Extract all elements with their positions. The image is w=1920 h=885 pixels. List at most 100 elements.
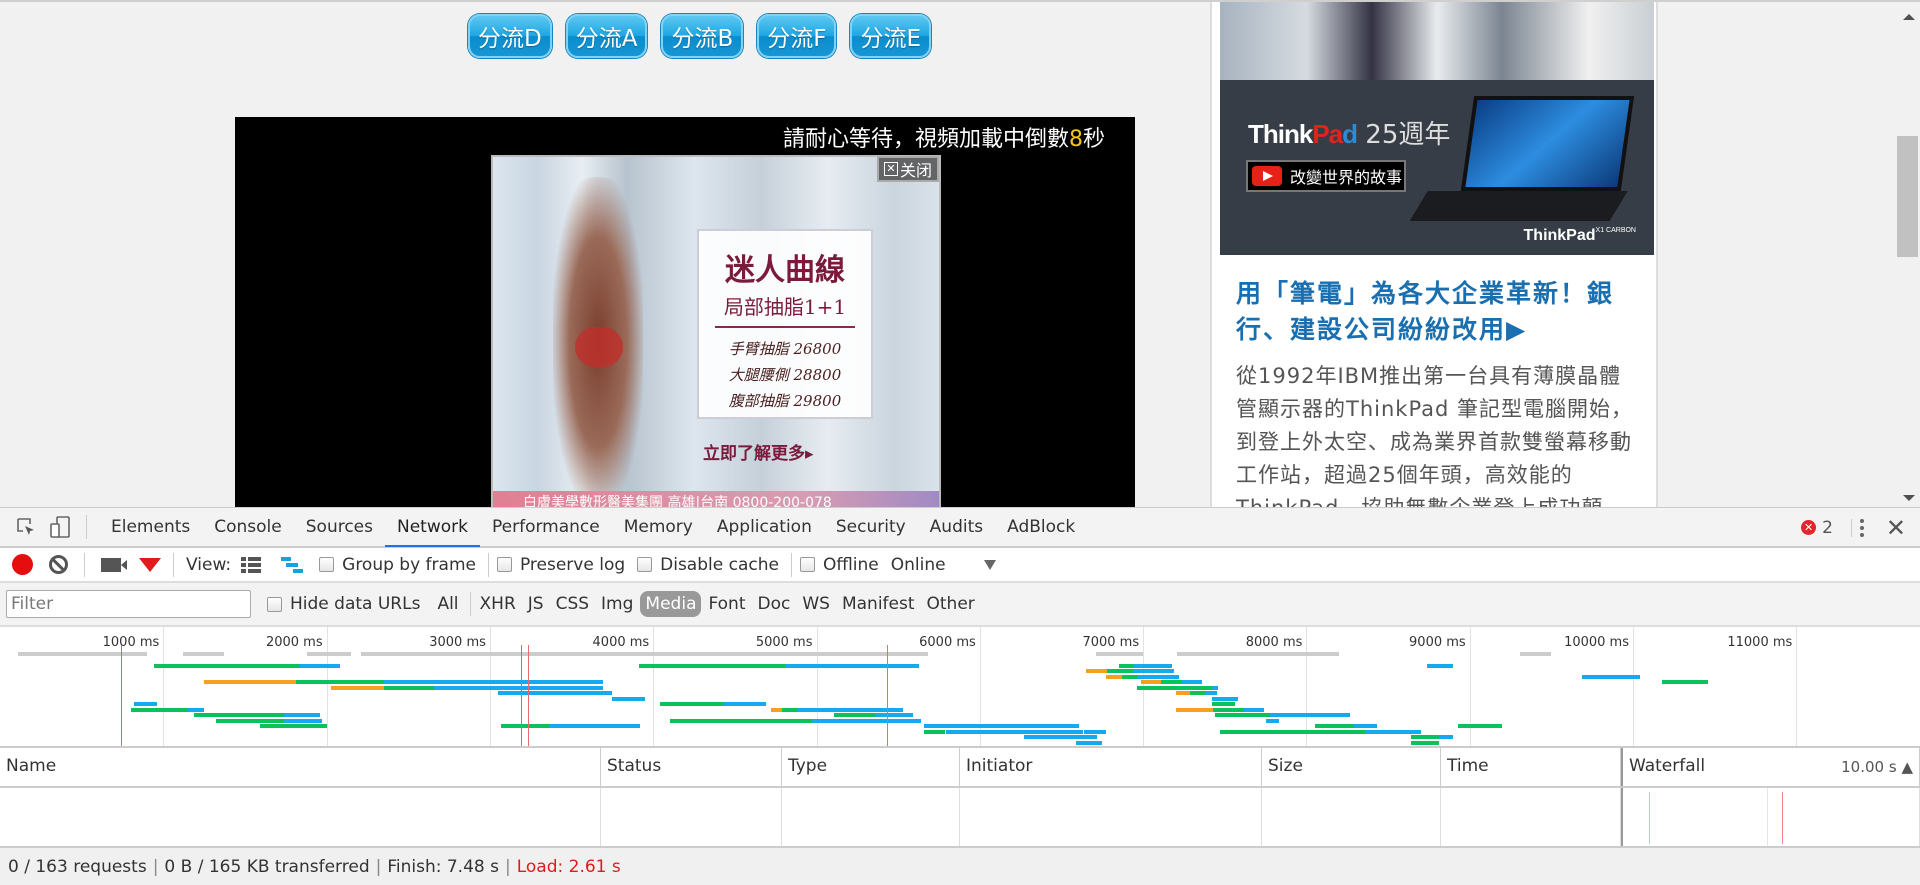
group-by-frame-checkbox[interactable]: Group by frame [319,555,476,575]
article-title-link[interactable]: 用「筆電」為各大企業革新！銀行、建設公司紛紛改用▶ [1236,276,1636,348]
page-scrollbar[interactable] [1896,2,1920,507]
ad-price: 腹部抽脂 29800 [728,392,842,410]
load-marker [886,645,888,746]
overview-gridline [1306,627,1308,746]
video-ad[interactable]: 迷人曲線 局部抽脂1+1 手臂抽脂 26800 大腿腰側 28800 腹部抽脂 … [491,155,941,507]
overview-gridline [1633,627,1634,746]
stream-button-d[interactable]: 分流D [468,14,552,58]
filter-type-ws[interactable]: WS [797,591,835,617]
disable-cache-checkbox[interactable]: Disable cache [637,555,779,575]
filter-type-media[interactable]: Media [640,591,702,617]
column-header-time[interactable]: Time [1441,748,1621,786]
network-overview-timeline[interactable]: 1000 ms 2000 ms 3000 ms 4000 ms 5000 ms 6000 … [0,627,1920,748]
tab-security[interactable]: Security [824,508,918,547]
filter-type-doc[interactable]: Doc [753,591,796,617]
filter-input[interactable] [6,590,251,618]
filter-type-font[interactable]: Font [703,591,750,617]
scrollbar-thumb[interactable] [1897,136,1918,257]
stream-button-a[interactable]: 分流A [565,14,648,58]
filter-type-manifest[interactable]: Manifest [837,591,920,617]
large-rows-icon[interactable] [241,556,262,573]
column-header-initiator[interactable]: Initiator [960,748,1262,786]
column-header-name[interactable]: Name [0,748,601,786]
tab-adblock[interactable]: AdBlock [995,508,1087,547]
thinkpad-banner[interactable]: ThinkPad 25週年 改變世界的故事 ThinkPadX1 CARBON [1220,2,1654,255]
overview-request-bar-download [1133,663,1173,668]
tab-sources[interactable]: Sources [294,508,385,547]
overview-request-bar-waiting [1118,663,1134,668]
tab-network[interactable]: Network [385,508,480,547]
overview-tick-label: 1000 ms [102,635,160,650]
tab-elements[interactable]: Elements [99,508,202,547]
filter-type-other[interactable]: Other [922,591,980,617]
laptop-image [1409,96,1644,226]
device-toolbar-icon[interactable] [46,513,74,541]
ad-cta-link[interactable]: 立即了解更多▸ [703,439,814,464]
scroll-down-arrow-icon[interactable] [1903,495,1915,501]
stream-button-e[interactable]: 分流E [850,14,932,58]
overview-request-bar-download [1133,669,1175,673]
stream-button-f[interactable]: 分流F [757,14,837,58]
overview-request-bar-waiting [1410,740,1439,745]
filter-type-css[interactable]: CSS [551,591,594,617]
group-by-frame-label: Group by frame [342,554,476,575]
overview-request-bar-download [1084,729,1106,734]
column-header-type[interactable]: Type [782,748,960,786]
filter-type-all[interactable]: All [432,591,463,617]
filter-type-js[interactable]: JS [523,591,549,617]
filter-type-xhr[interactable]: XHR [475,591,521,617]
stream-button-b[interactable]: 分流B [661,14,744,58]
record-icon[interactable] [12,554,33,575]
tab-memory[interactable]: Memory [612,508,705,547]
overview-request-bar-download [875,713,913,717]
overview-request-bar-download [383,680,603,684]
throttling-select[interactable]: Online [891,555,996,575]
column-header-waterfall[interactable]: Waterfall 10.00 s ▲ [1621,748,1920,786]
hide-data-urls-checkbox[interactable]: Hide data URLs [267,594,420,614]
overview-gridline [1469,627,1471,746]
more-options-icon[interactable] [1850,518,1872,537]
preserve-log-label: Preserve log [519,554,626,575]
overview-icon[interactable] [281,556,304,573]
overview-request-bar-download [1136,674,1180,679]
capture-screenshots-icon[interactable] [101,557,127,572]
scroll-up-arrow-icon[interactable] [1903,14,1915,20]
overview-gridline [326,627,328,746]
tab-audits[interactable]: Audits [918,508,995,547]
column-header-status[interactable]: Status [601,748,782,786]
overview-request-bar-waiting [1214,713,1271,717]
countdown-seconds: 8 [1068,127,1083,152]
error-counter[interactable]: ✕ 2 [1801,518,1833,538]
overview-request-bar-download [1365,729,1421,734]
overview-request-bar-waiting [1190,691,1206,695]
overview-tick-label: 2000 ms [265,635,323,650]
devtools-tabbar: Elements Console Sources Network Perform… [0,507,1920,548]
brand-think: Think [1248,119,1313,149]
tab-application[interactable]: Application [705,508,824,547]
overview-request-bar-grey [1095,652,1144,656]
ad-close-button[interactable]: ✕ 关闭 [877,156,939,182]
banner-video-button[interactable]: 改變世界的故事 [1246,160,1406,192]
filter-type-img[interactable]: Img [596,591,638,617]
ad-image [553,177,643,507]
overview-request-bar-stalled [331,685,384,690]
preserve-log-checkbox[interactable]: Preserve log [496,554,626,575]
offline-checkbox[interactable]: Offline [799,555,879,575]
inspect-element-icon[interactable] [12,513,40,541]
ad-footer: 白膚美學數形醫美集團 高雄|台南 0800-200-078 [493,491,939,507]
overview-tick-label: 7000 ms [1082,635,1140,650]
finish-time: Finish: 7.48 s [387,856,499,877]
tab-console[interactable]: Console [202,508,294,547]
load-time: Load: 2.61 s [516,856,621,877]
overview-request-bar-download [1023,735,1098,739]
video-player[interactable]: 請耐心等待，視頻加載中倒數8秒 迷人曲線 局部抽脂1+1 手臂抽脂 26800 … [235,117,1135,507]
tab-performance[interactable]: Performance [480,508,612,547]
column-header-size[interactable]: Size [1262,748,1441,786]
clear-icon[interactable] [49,555,68,574]
filter-icon[interactable] [139,557,161,572]
close-devtools-icon[interactable]: ✕ [1886,514,1906,542]
youtube-play-icon [1252,166,1282,186]
countdown-prefix: 請耐心等待，視頻加載中倒數 [782,127,1069,152]
hide-data-urls-label: Hide data URLs [290,594,421,614]
divider: | [152,856,159,877]
